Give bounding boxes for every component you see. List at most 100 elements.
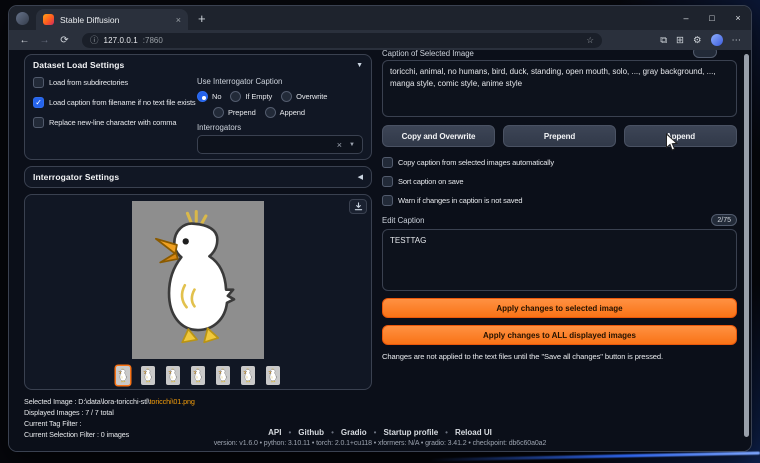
checkbox-load-subdirectories[interactable]: Load from subdirectories: [33, 77, 189, 88]
thumbnail[interactable]: [141, 366, 155, 385]
radio-prepend[interactable]: Prepend: [213, 107, 256, 118]
footer-link-gradio[interactable]: Gradio: [341, 428, 367, 437]
footer-separator: •: [288, 428, 292, 437]
site-info-icon[interactable]: ⓘ: [90, 34, 99, 46]
panel-title: Dataset Load Settings: [33, 60, 125, 70]
version-info: version: v1.6.0 • python: 3.10.11 • torc…: [213, 440, 547, 447]
thumbnail[interactable]: [191, 366, 205, 385]
edit-caption-textarea[interactable]: TESTTAG: [382, 229, 737, 291]
forward-icon[interactable]: →: [37, 35, 52, 46]
thumbnail[interactable]: [166, 366, 180, 385]
caption-display-textarea[interactable]: toricchi, animal, no humans, bird, duck,…: [382, 60, 737, 117]
tab-title: Stable Diffusion: [60, 14, 120, 25]
radio-no[interactable]: No: [197, 91, 221, 102]
checkbox-warn-unsaved[interactable]: Warn if changes in caption is not saved: [382, 195, 737, 206]
chevron-down-icon[interactable]: ▼: [349, 142, 355, 148]
profile-avatar[interactable]: [710, 34, 723, 46]
thumbnail-selected[interactable]: [116, 366, 130, 385]
checkbox-label: Warn if changes in caption is not saved: [398, 196, 523, 205]
browser-titlebar: Stable Diffusion × + – □ ×: [9, 6, 751, 30]
radio-append[interactable]: Append: [264, 107, 305, 118]
mouse-cursor: [665, 132, 678, 157]
radio-icon[interactable]: [264, 107, 276, 118]
checkbox-checked-icon[interactable]: [33, 97, 44, 108]
tab-search-icon[interactable]: [16, 11, 29, 25]
edit-caption-counter-badge: 2/75: [711, 214, 737, 226]
radio-selected-icon[interactable]: [197, 91, 208, 102]
prepend-button[interactable]: Prepend: [503, 125, 616, 147]
page-scrollbar[interactable]: [743, 52, 749, 447]
interrogator-settings-panel: Interrogator Settings ◀: [24, 166, 372, 188]
page-content: Dataset Load Settings ▼ Load from subdir…: [9, 50, 751, 451]
radio-if-empty[interactable]: If Empty: [230, 91, 272, 102]
radio-icon[interactable]: [213, 107, 224, 118]
back-icon[interactable]: ←: [17, 35, 32, 46]
footer-link-github[interactable]: Github: [298, 428, 324, 437]
url-port: :7860: [142, 35, 163, 45]
accordion-closed-icon: ◀: [357, 174, 363, 181]
checkbox-icon[interactable]: [382, 195, 393, 206]
footer-separator: •: [331, 428, 334, 437]
checkbox-icon[interactable]: [382, 157, 393, 168]
wallpaper-accent: [430, 451, 760, 462]
displayed-images-count: Displayed Images : 7 / 7 total: [24, 408, 114, 417]
footer-link-reload-ui[interactable]: Reload UI: [455, 428, 492, 437]
checkbox-label: Replace new-line character with comma: [49, 118, 177, 127]
thumbnail[interactable]: [216, 366, 230, 385]
interrogator-settings-header[interactable]: Interrogator Settings ◀: [33, 172, 363, 182]
browser-toolbar: ← → ⟳ ⓘ 127.0.0.1 :7860 ☆ ⧉ ⊞ ⚙ ⋯: [9, 30, 751, 50]
scrollbar-thumb[interactable]: [744, 54, 749, 438]
radio-overwrite[interactable]: Overwrite: [281, 91, 327, 102]
interrogators-dropdown[interactable]: × ▼: [197, 135, 363, 154]
favicon-icon: [43, 14, 54, 25]
thumbnail[interactable]: [241, 366, 255, 385]
refresh-icon[interactable]: ⟳: [57, 35, 72, 46]
checkbox-sort-caption-on-save[interactable]: Sort caption on save: [382, 176, 737, 187]
browser-tab[interactable]: Stable Diffusion ×: [36, 9, 188, 30]
radio-icon[interactable]: [230, 91, 242, 102]
browser-window: Stable Diffusion × + – □ × ← → ⟳ ⓘ 127.0…: [9, 6, 751, 451]
split-screen-icon[interactable]: ⧉: [660, 35, 667, 46]
page-footer: API • Github • Gradio • Startup profile …: [9, 428, 751, 447]
download-icon: [354, 202, 362, 211]
footer-link-api[interactable]: API: [268, 428, 281, 437]
footer-separator: •: [445, 428, 448, 437]
collections-icon[interactable]: ⊞: [676, 35, 684, 46]
apply-changes-selected-button[interactable]: Apply changes to selected image: [382, 298, 737, 318]
close-button[interactable]: ×: [725, 6, 751, 30]
append-button[interactable]: Append: [624, 125, 737, 147]
selected-image-path: Selected Image : D:\data\lora-toricchi-s…: [24, 397, 195, 406]
download-image-button[interactable]: [349, 199, 367, 214]
favorite-star-icon[interactable]: ☆: [586, 35, 594, 46]
checkbox-label: Load from subdirectories: [49, 78, 128, 87]
checkbox-icon[interactable]: [33, 77, 44, 88]
checkbox-label: Load caption from filename if no text fi…: [49, 98, 196, 107]
footer-link-startup-profile[interactable]: Startup profile: [383, 428, 438, 437]
copy-and-overwrite-button[interactable]: Copy and Overwrite: [382, 125, 495, 147]
checkbox-load-caption-filename[interactable]: Load caption from filename if no text fi…: [33, 97, 196, 108]
checkbox-icon[interactable]: [382, 176, 393, 187]
settings-menu-icon[interactable]: ⋯: [732, 35, 742, 46]
address-bar[interactable]: ⓘ 127.0.0.1 :7860 ☆: [82, 32, 602, 48]
window-controls: – □ ×: [673, 6, 751, 30]
selected-image-preview: [132, 201, 264, 359]
minimize-button[interactable]: –: [673, 6, 699, 30]
radio-icon[interactable]: [281, 91, 293, 102]
footer-separator: •: [373, 428, 377, 437]
thumbnail[interactable]: [266, 366, 280, 385]
apply-changes-all-button[interactable]: Apply changes to ALL displayed images: [382, 325, 737, 345]
dropdown-clear-icon[interactable]: ×: [337, 140, 342, 150]
maximize-button[interactable]: □: [699, 6, 725, 30]
tab-close-icon[interactable]: ×: [176, 15, 181, 25]
dataset-load-settings-header[interactable]: Dataset Load Settings ▼: [33, 60, 363, 70]
checkbox-replace-newline[interactable]: Replace new-line character with comma: [33, 117, 189, 128]
edit-caption-label: Edit Caption: [382, 215, 425, 225]
checkbox-label: Sort caption on save: [398, 177, 464, 186]
caption-counter-badge: [693, 50, 717, 58]
new-tab-button[interactable]: +: [198, 11, 206, 26]
checkbox-auto-copy-caption[interactable]: Copy caption from selected images automa…: [382, 157, 737, 168]
checkbox-icon[interactable]: [33, 117, 44, 128]
extensions-icon[interactable]: ⚙: [693, 35, 702, 46]
desktop-background: Stable Diffusion × + – □ × ← → ⟳ ⓘ 127.0…: [0, 0, 760, 463]
use-interrogator-caption-label: Use Interrogator Caption: [197, 77, 283, 86]
